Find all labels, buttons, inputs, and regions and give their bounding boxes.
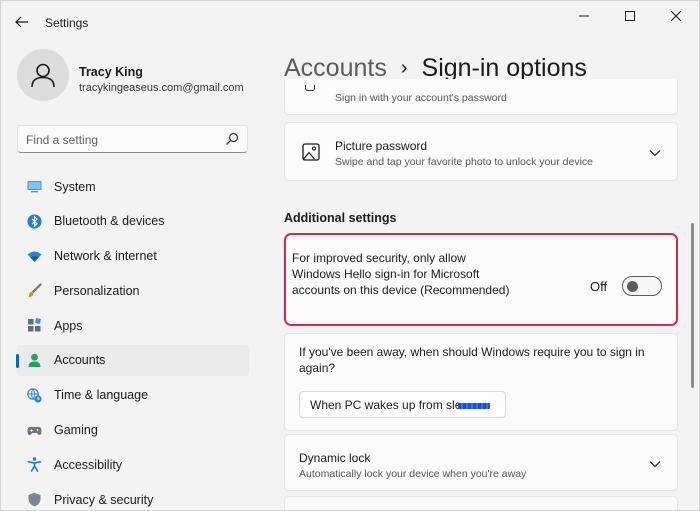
user-profile[interactable]: Tracy King tracykingeaseus.com@gmail.com: [17, 49, 267, 109]
user-email: tracykingeaseus.com@gmail.com: [79, 82, 244, 94]
toggle-knob: [627, 281, 638, 292]
minimize-icon: [579, 15, 589, 17]
sidebar-item-personalization[interactable]: Personalization: [17, 275, 249, 306]
settings-window: Settings Tracy King tracykingeaseus.com@…: [0, 0, 700, 511]
sidebar-item-accounts[interactable]: Accounts: [16, 344, 249, 376]
chevron-down-icon[interactable]: [649, 460, 661, 468]
require-signin-dropdown[interactable]: When PC wakes up from sle: [299, 391, 506, 418]
accessibility-icon: [27, 457, 42, 473]
sidebar-item-apps[interactable]: Apps: [17, 310, 249, 341]
next-setting-card[interactable]: [284, 496, 678, 510]
brush-icon: [28, 283, 42, 298]
dynamic-lock-title: Dynamic lock: [299, 451, 371, 465]
windows-hello-only-card: For improved security, only allow Window…: [284, 233, 678, 326]
apps-icon: [28, 318, 41, 332]
additional-settings-heading: Additional settings: [284, 211, 397, 225]
close-button[interactable]: [653, 1, 699, 31]
windows-hello-only-toggle[interactable]: [622, 276, 662, 296]
sidebar-item-gaming[interactable]: Gaming: [17, 415, 249, 446]
minimize-button[interactable]: [561, 1, 607, 31]
picture-password-description: Swipe and tap your favorite photo to unl…: [335, 156, 593, 168]
sidebar-item-label: Accounts: [54, 353, 106, 368]
sidebar-item-label: Time & language: [54, 388, 149, 403]
user-name: Tracy King: [79, 65, 143, 79]
window-controls: [561, 1, 699, 33]
require-signin-question: If you've been away, when should Windows…: [299, 345, 645, 375]
maximize-icon: [625, 11, 635, 21]
sidebar-item-system[interactable]: System: [17, 171, 249, 202]
title-bar: Settings: [1, 1, 699, 43]
system-icon: [27, 181, 42, 193]
sidebar-item-time-language[interactable]: Time & language: [17, 380, 249, 411]
sidebar-item-network[interactable]: Network & internet: [17, 241, 249, 272]
globe-clock-icon: [27, 387, 42, 403]
gamepad-icon: [27, 426, 42, 435]
password-card[interactable]: Sign in with your account's password: [284, 79, 678, 115]
sidebar-item-accessibility[interactable]: Accessibility: [17, 449, 249, 480]
shield-icon: [28, 492, 41, 507]
app-title: Settings: [45, 16, 89, 30]
back-button[interactable]: [11, 11, 33, 33]
sidebar-item-label: Privacy & security: [54, 492, 154, 507]
sidebar-item-label: Network & internet: [54, 249, 157, 264]
search-box[interactable]: [17, 125, 248, 153]
sidebar-item-label: Apps: [54, 318, 83, 333]
breadcrumb-separator: ›: [400, 56, 408, 79]
sidebar-item-bluetooth[interactable]: Bluetooth & devices: [17, 206, 249, 237]
require-signin-card: If you've been away, when should Windows…: [284, 333, 678, 431]
wifi-icon: [27, 251, 42, 262]
sidebar-item-label: Bluetooth & devices: [54, 214, 165, 229]
avatar: [17, 49, 69, 101]
windows-hello-only-label: For improved security, only allow Window…: [292, 251, 510, 297]
picture-password-title: Picture password: [335, 139, 428, 153]
password-description: Sign in with your account's password: [335, 92, 507, 104]
scrollbar[interactable]: [691, 223, 694, 388]
user-avatar-icon: [31, 63, 55, 88]
sidebar-item-label: Gaming: [54, 423, 98, 438]
dynamic-lock-description: Automatically lock your device when you'…: [299, 468, 527, 480]
dropdown-selected-value: When PC wakes up from sle: [310, 398, 462, 412]
redaction-scribble: [458, 403, 490, 409]
key-icon: [305, 85, 315, 91]
sidebar-item-label: System: [54, 179, 96, 194]
bluetooth-icon: [27, 214, 42, 229]
sidebar-item-label: Personalization: [54, 283, 140, 298]
search-icon[interactable]: [225, 132, 239, 146]
search-input[interactable]: [26, 131, 216, 149]
picture-icon: [302, 143, 320, 161]
close-icon: [671, 11, 681, 21]
person-icon: [28, 353, 41, 367]
sidebar-item-privacy[interactable]: Privacy & security: [17, 484, 249, 510]
back-arrow-icon: [15, 16, 28, 28]
maximize-button[interactable]: [607, 1, 653, 31]
picture-password-card[interactable]: Picture password Swipe and tap your favo…: [284, 122, 678, 181]
chevron-down-icon[interactable]: [649, 149, 661, 157]
dynamic-lock-card[interactable]: Dynamic lock Automatically lock your dev…: [284, 434, 678, 491]
sidebar-nav: System Bluetooth & devices Network & int…: [16, 171, 249, 510]
sidebar-item-label: Accessibility: [54, 457, 123, 472]
toggle-state-label: Off: [590, 279, 608, 294]
